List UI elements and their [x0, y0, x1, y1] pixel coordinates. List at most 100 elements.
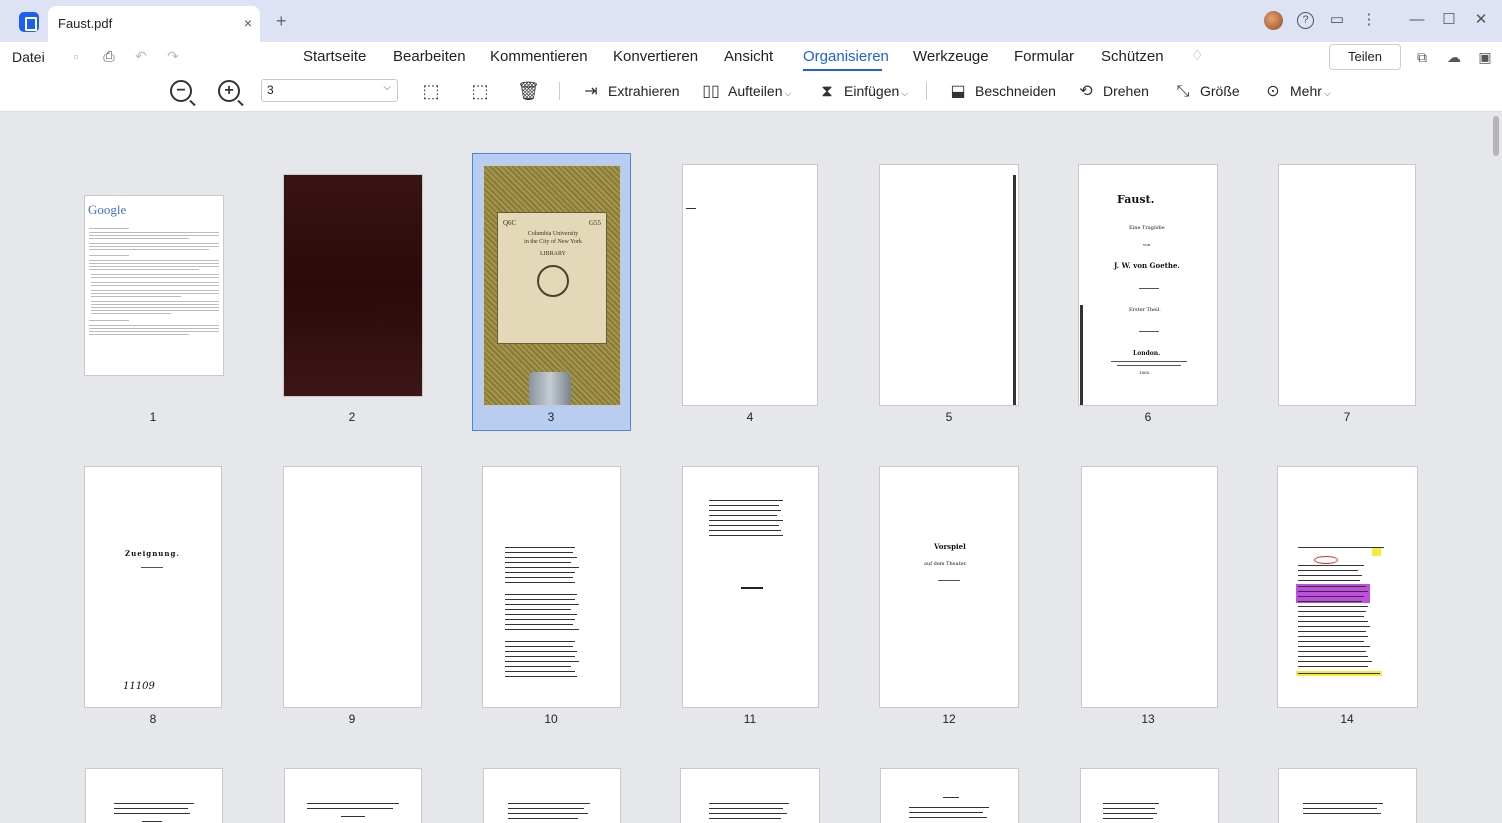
menu-bearbeiten[interactable]: Bearbeiten — [393, 48, 466, 65]
page-thumbnail-2[interactable] — [283, 174, 423, 397]
chevron-down-icon: ⌵ — [901, 88, 909, 98]
google-logo: Google — [88, 202, 127, 217]
page-thumbnail-3[interactable]: Q6C G55 Columbia University in the City … — [483, 165, 621, 406]
place-text: London. — [1133, 350, 1161, 357]
page-thumbnail-11[interactable] — [682, 466, 819, 708]
split-icon: ▯▯ — [702, 83, 720, 101]
handwritten-mark: 11109 — [123, 681, 155, 692]
zoom-out-icon[interactable]: − — [170, 80, 192, 102]
page-thumbnail-17[interactable] — [483, 768, 621, 823]
vertical-scrollbar[interactable] — [1493, 116, 1499, 156]
chevron-down-icon: ⌵ — [784, 88, 792, 98]
menu-ansicht[interactable]: Ansicht — [724, 48, 773, 65]
active-menu-indicator — [803, 69, 882, 71]
page-thumbnail-10[interactable] — [482, 466, 621, 708]
organize-toolbar: − + 3 ⌵ ⬚ ⬚ 🗑 ⇥ Extrahieren ▯▯ Aufteilen ⌵ … — [0, 72, 1502, 112]
title-text: Vorspiel — [934, 542, 966, 551]
page-thumbnail-13[interactable] — [1081, 466, 1218, 708]
save-icon[interactable]: ▫ — [68, 48, 84, 64]
more-button[interactable]: ⊙ Mehr ⌵ — [1262, 80, 1330, 102]
rotate-icon: ⟲ — [1079, 83, 1093, 101]
page-number-select[interactable]: 3 ⌵ — [261, 79, 398, 102]
page-thumbnail-20[interactable] — [1080, 768, 1219, 823]
maximize-icon[interactable]: ☐ — [1439, 10, 1459, 30]
page-thumbnail-21[interactable] — [1278, 768, 1417, 823]
workflow-icon[interactable]: ⧉ — [1413, 48, 1431, 66]
split-label: Aufteilen — [728, 83, 783, 99]
page-number-label: 3 — [547, 410, 555, 424]
page-number-label: 11 — [743, 712, 757, 726]
page-thumbnail-18[interactable] — [680, 768, 820, 823]
menu-werkzeuge[interactable]: Werkzeuge — [913, 48, 989, 65]
part-text: Erster Theil. — [1129, 307, 1161, 313]
page-thumbnail-15[interactable] — [85, 768, 223, 823]
page-number-label: 7 — [1343, 410, 1351, 424]
menu-konvertieren[interactable]: Konvertieren — [613, 48, 698, 65]
menu-kommentieren[interactable]: Kommentieren — [490, 48, 588, 65]
menu-schuetzen[interactable]: Schützen — [1101, 48, 1164, 65]
page-thumbnail-8[interactable]: Zueignung. 11109 — [84, 466, 222, 708]
avatar[interactable] — [1264, 11, 1283, 30]
print-icon[interactable]: ⎙ — [101, 48, 117, 64]
bookplate-text: in the City of New York — [524, 239, 582, 245]
redo-icon[interactable]: ↷ — [165, 48, 181, 64]
object-photo — [529, 372, 571, 405]
title-bar: Faust.pdf × + ? ▭ ⋮ — ☐ ✕ — [0, 0, 1502, 42]
page-thumbnail-grid: Google 1 2 Q6C G55 Columbia University i… — [0, 113, 1502, 823]
panel-icon[interactable]: ▣ — [1476, 48, 1494, 66]
file-menu[interactable]: Datei — [12, 49, 45, 65]
page-thumbnail-7[interactable] — [1278, 164, 1416, 406]
circle-annotation[interactable] — [1314, 556, 1338, 564]
page-thumbnail-9[interactable] — [283, 466, 422, 708]
page-thumbnail-16[interactable] — [284, 768, 422, 823]
highlight-annotation[interactable] — [1372, 548, 1381, 556]
delete-page-icon[interactable]: 🗑 — [517, 80, 540, 102]
document-tab[interactable]: Faust.pdf × — [48, 6, 260, 42]
zoom-in-icon[interactable]: + — [218, 80, 240, 102]
author-text: J. W. von Goethe. — [1114, 261, 1180, 270]
rotate-right-page-icon[interactable]: ⬚ — [469, 80, 491, 102]
size-button[interactable]: ⤡ Größe — [1172, 80, 1240, 102]
undo-icon[interactable]: ↶ — [133, 48, 149, 64]
resize-icon: ⤡ — [1176, 83, 1190, 101]
split-button[interactable]: ▯▯ Aufteilen ⌵ — [700, 80, 791, 102]
pdf-app-icon[interactable] — [19, 12, 39, 32]
more-vertical-icon[interactable]: ⋮ — [1359, 10, 1379, 30]
page-thumbnail-6[interactable]: Faust. Eine Tragödie von J. W. von Goeth… — [1078, 164, 1218, 406]
page-thumbnail-4[interactable] — [682, 164, 818, 406]
share-button[interactable]: Teilen — [1329, 44, 1401, 70]
more-label: Mehr — [1290, 83, 1322, 99]
menu-startseite[interactable]: Startseite — [303, 48, 366, 65]
toolbar-divider — [559, 82, 560, 100]
page-thumbnail-14[interactable] — [1277, 466, 1418, 708]
lightbulb-icon[interactable]: ♢ — [1191, 47, 1205, 63]
page-number-label: 14 — [1340, 712, 1354, 726]
cloud-upload-icon[interactable]: ☁ — [1445, 48, 1463, 66]
insert-button[interactable]: ⧗ Einfügen ⌵ — [816, 80, 908, 102]
menu-bar: Datei ▫ ⎙ ↶ ↷ Startseite Bearbeiten Komm… — [0, 42, 1502, 72]
page-number-label: 5 — [945, 410, 953, 424]
new-tab-icon[interactable]: + — [276, 11, 287, 31]
rotate-button[interactable]: ⟲ Drehen — [1075, 80, 1149, 102]
crop-button[interactable]: ⬓ Beschneiden — [947, 80, 1056, 102]
tab-title: Faust.pdf — [58, 16, 113, 31]
menu-formular[interactable]: Formular — [1014, 48, 1074, 65]
insert-icon: ⧗ — [821, 83, 833, 101]
bookplate: Q6C G55 Columbia University in the City … — [497, 212, 607, 344]
rotate-left-page-icon[interactable]: ⬚ — [420, 80, 442, 102]
page-thumbnail-19[interactable] — [880, 768, 1019, 823]
page-number-label: 2 — [348, 410, 356, 424]
page-thumbnail-1[interactable]: Google — [84, 195, 224, 376]
close-icon[interactable]: ✕ — [1471, 10, 1491, 30]
minimize-icon[interactable]: — — [1407, 10, 1427, 30]
menu-organisieren[interactable]: Organisieren — [803, 48, 889, 65]
bookplate-text: Columbia University — [527, 231, 579, 237]
page-thumbnail-5[interactable] — [879, 164, 1019, 406]
tab-close-icon[interactable]: × — [244, 15, 252, 31]
help-icon[interactable]: ? — [1297, 12, 1314, 29]
extract-label: Extrahieren — [608, 83, 680, 99]
chat-icon[interactable]: ▭ — [1327, 10, 1347, 30]
page-thumbnail-12[interactable]: Vorspiel auf dem Theater. — [879, 466, 1019, 708]
extract-button[interactable]: ⇥ Extrahieren — [580, 80, 680, 102]
page-thumbnail-3-selected[interactable]: Q6C G55 Columbia University in the City … — [472, 153, 631, 431]
